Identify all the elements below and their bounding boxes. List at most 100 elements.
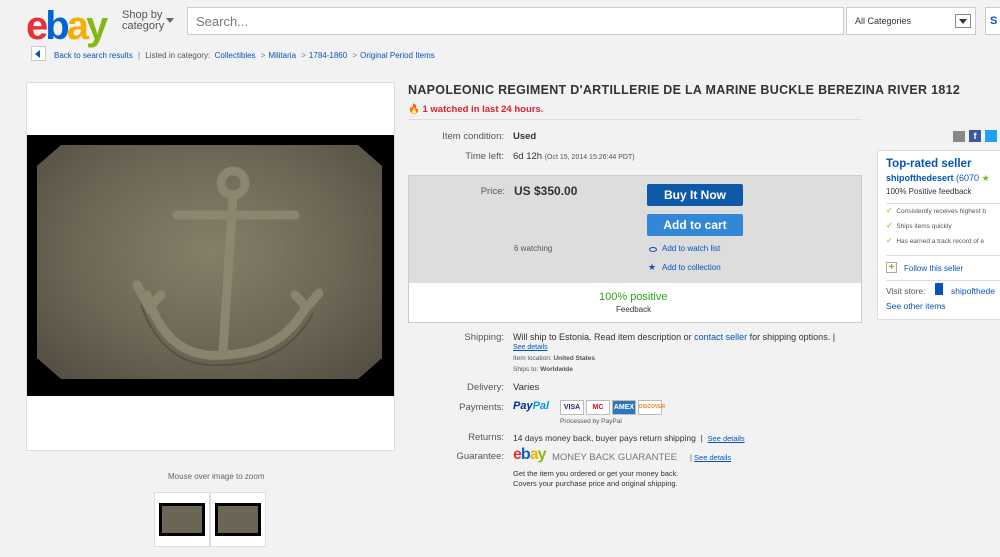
breadcrumb-item-militaria[interactable]: Militaria <box>268 51 296 60</box>
contact-seller-link[interactable]: contact seller <box>694 332 747 342</box>
guarantee-details: | See details <box>690 453 732 462</box>
anchor-icon <box>132 166 324 367</box>
thumbnail-1[interactable] <box>154 492 210 547</box>
breadcrumb-item-1784-1860[interactable]: 1784-1860 <box>309 51 347 60</box>
seller-point-3: ✓ Has earned a track record of e <box>886 236 985 245</box>
ships-to: Ships to: Worldwide <box>513 366 573 373</box>
see-other-items-link[interactable]: See other items <box>886 301 946 311</box>
top-rated-seller-label: Top-rated seller <box>886 158 972 170</box>
listed-in-label: Listed in category: <box>145 51 211 60</box>
shipping-label: Shipping: <box>464 332 504 343</box>
chevron-down-icon <box>955 14 971 28</box>
shipping-see-details-link[interactable]: See details <box>513 344 548 351</box>
mbg-letter-e: e <box>513 446 522 463</box>
mbg-letter-a: a <box>529 446 539 463</box>
delivery-value: Varies <box>513 382 540 393</box>
follow-seller-link[interactable]: Follow this seller <box>904 264 963 273</box>
store-link[interactable]: shipofthede <box>951 286 995 296</box>
breadcrumb-item-collectibles[interactable]: Collectibles <box>215 51 256 60</box>
logo-letter-e: e <box>26 4 48 48</box>
seller-positive-feedback: 100% Positive feedback <box>886 187 972 196</box>
feedback-label: Feedback <box>616 305 652 314</box>
seller-point-1: ✓ Consistently receives highest b <box>886 206 986 215</box>
condition-value: Used <box>513 131 537 142</box>
logo-letter-a: a <box>66 4 89 48</box>
returns-text: 14 days money back, buyer pays return sh… <box>513 433 696 443</box>
category-select[interactable]: All Categories <box>846 7 976 35</box>
seller-divider <box>886 203 1000 204</box>
guarantee-line-2: Covers your purchase price and original … <box>513 479 678 488</box>
condition-label: Item condition: <box>442 131 504 142</box>
seller-score[interactable]: (6070 <box>956 173 979 183</box>
shipping-text-2: for shipping options. | <box>749 332 836 342</box>
mastercard-icon: MC <box>586 400 610 415</box>
ships-to-value: Worldwide <box>540 366 573 373</box>
watching-count: 6 watching <box>514 244 553 253</box>
breadcrumb-item-original-period[interactable]: Original Period Items <box>360 51 435 60</box>
mbg-letter-y: y <box>537 446 547 463</box>
eye-icon <box>649 247 657 252</box>
star-icon: ★ <box>981 173 990 183</box>
ebay-mbg-logo: ebay <box>513 446 546 464</box>
logo-letter-y: y <box>85 4 108 48</box>
email-share-icon[interactable] <box>953 131 965 142</box>
delivery-label: Delivery: <box>467 382 504 393</box>
guarantee-label: Guarantee: <box>456 451 504 462</box>
guarantee-line-1: Get the item you ordered or get your mon… <box>513 469 679 478</box>
logo-letter-b: b <box>45 4 70 48</box>
mbg-letter-b: b <box>520 446 531 463</box>
paypal-pay: Pay <box>513 400 533 412</box>
seller-point-3-text: Has earned a track record of e <box>896 238 985 245</box>
shipping-text: Will ship to Estonia. Read item descript… <box>513 332 835 342</box>
divider <box>408 119 862 120</box>
positive-feedback[interactable]: 100% positive <box>599 291 668 303</box>
plus-icon[interactable]: + <box>886 262 897 273</box>
search-input[interactable]: Search... <box>187 7 844 35</box>
seller-name-line: shipofthedesert (6070 ★ <box>886 173 990 184</box>
returns-label: Returns: <box>468 432 504 443</box>
category-label: category <box>122 20 165 32</box>
add-to-cart-button[interactable]: Add to cart <box>647 214 743 236</box>
seller-divider-2 <box>886 255 1000 256</box>
main-image-panel[interactable] <box>26 82 395 451</box>
ships-to-label: Ships to: <box>513 366 539 373</box>
shop-by-category-button[interactable]: Shop by category <box>122 10 174 32</box>
discover-card-icon: DISCOVER <box>638 400 665 415</box>
guarantee-see-details-link[interactable]: See details <box>694 453 731 462</box>
amex-card-icon: AMEX <box>612 400 636 415</box>
returns-value: 14 days money back, buyer pays return sh… <box>513 433 745 443</box>
paypal-pal: Pal <box>532 400 550 412</box>
time-left-label: Time left: <box>465 151 504 162</box>
item-location: Item location: United States <box>513 355 595 362</box>
price-box: Price: US $350.00 Buy It Now Add to cart… <box>408 175 862 323</box>
processed-by-paypal: Processed by PayPal <box>560 418 622 425</box>
time-left-text: 6d 12h <box>513 151 543 162</box>
watched-text: 1 watched in last 24 hours. <box>422 104 544 115</box>
visa-card-icon: VISA <box>560 400 584 415</box>
paypal-logo: PayPal <box>513 400 549 412</box>
item-location-value: United States <box>553 355 596 362</box>
returns-see-details-link[interactable]: See details <box>708 434 745 443</box>
money-back-guarantee-text: MONEY BACK GUARANTEE <box>552 452 677 463</box>
chevron-down-icon <box>166 18 174 23</box>
facebook-share-icon[interactable]: f <box>969 130 981 142</box>
back-arrow-icon[interactable] <box>31 46 46 61</box>
buy-it-now-button[interactable]: Buy It Now <box>647 184 743 206</box>
item-photo[interactable] <box>27 135 394 396</box>
add-to-collection-link[interactable]: Add to collection <box>662 263 721 272</box>
seller-point-1-text: Consistently receives highest b <box>896 208 986 215</box>
store-icon <box>935 283 943 295</box>
thumbnail-2[interactable] <box>210 492 266 547</box>
ebay-logo[interactable]: ebay <box>26 4 108 49</box>
seller-point-2-text: Ships items quickly <box>896 223 952 230</box>
breadcrumb: Back to search results | Listed in categ… <box>54 51 435 60</box>
back-to-search-link[interactable]: Back to search results <box>54 51 133 60</box>
twitter-share-icon[interactable] <box>985 130 997 142</box>
search-button[interactable]: S <box>985 7 1000 35</box>
add-to-watch-list-link[interactable]: Add to watch list <box>662 244 720 253</box>
price-label: Price: <box>480 186 505 197</box>
seller-name-link[interactable]: shipofthedesert <box>886 173 954 183</box>
seller-info-box: Top-rated seller shipofthedesert (6070 ★… <box>877 150 1000 320</box>
flame-icon: 🔥 <box>408 104 420 115</box>
zoom-hint: Mouse over image to zoom <box>168 472 265 481</box>
